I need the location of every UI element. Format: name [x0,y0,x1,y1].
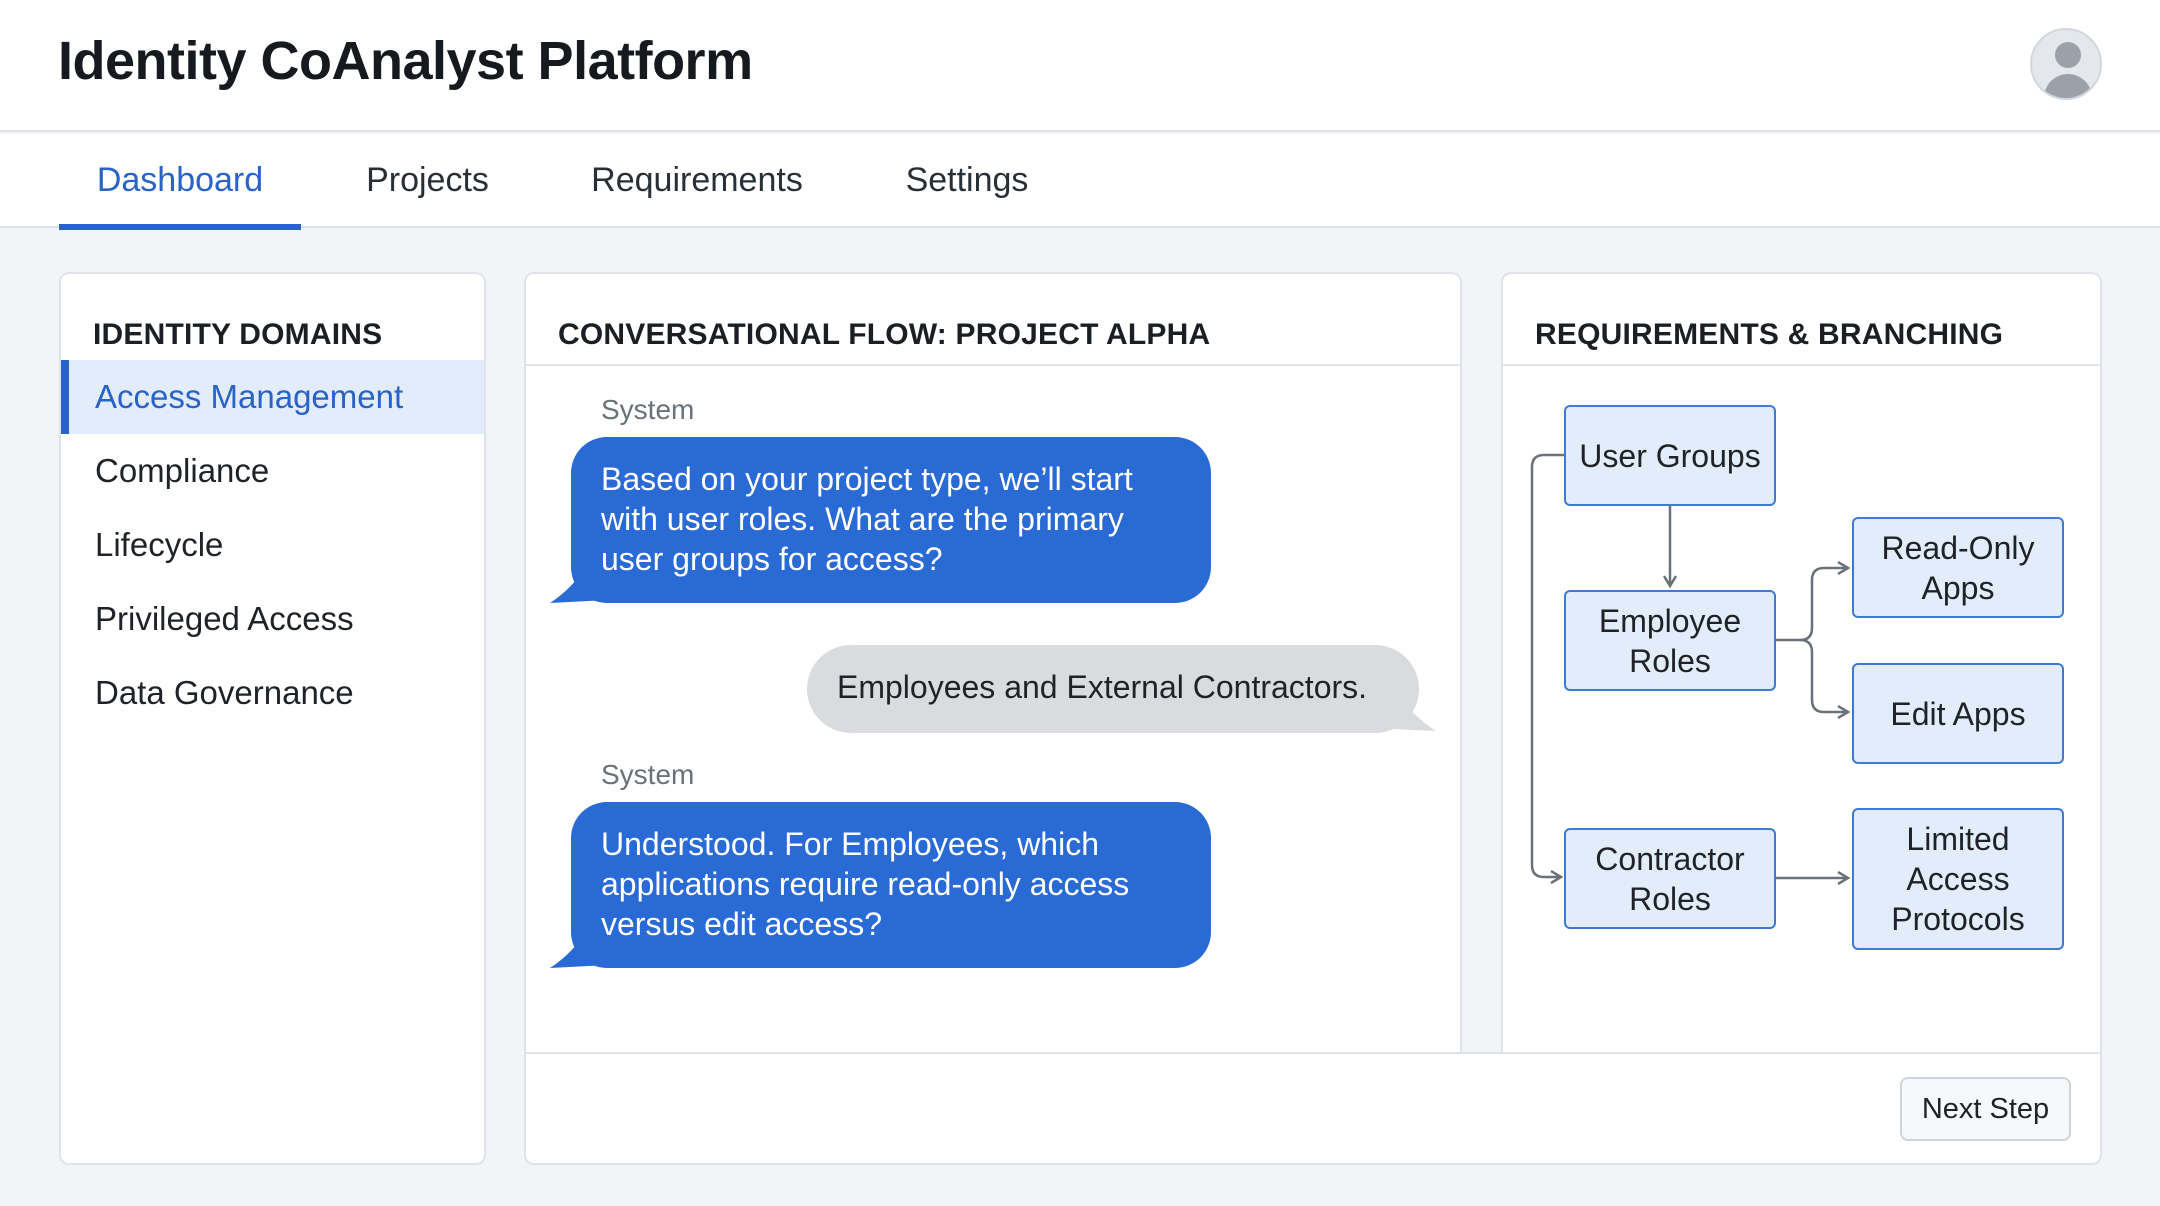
node-edit-apps[interactable]: Edit Apps [1852,663,2064,764]
branching-connectors [1530,453,2160,1206]
node-user-groups[interactable]: User Groups [1564,405,1776,506]
node-limited-access-protocols[interactable]: Limited Access Protocols [1852,808,2064,950]
node-contractor-roles[interactable]: Contractor Roles [1564,828,1776,929]
node-read-only-apps[interactable]: Read-Only Apps [1852,517,2064,618]
node-employee-roles[interactable]: Employee Roles [1564,590,1776,691]
